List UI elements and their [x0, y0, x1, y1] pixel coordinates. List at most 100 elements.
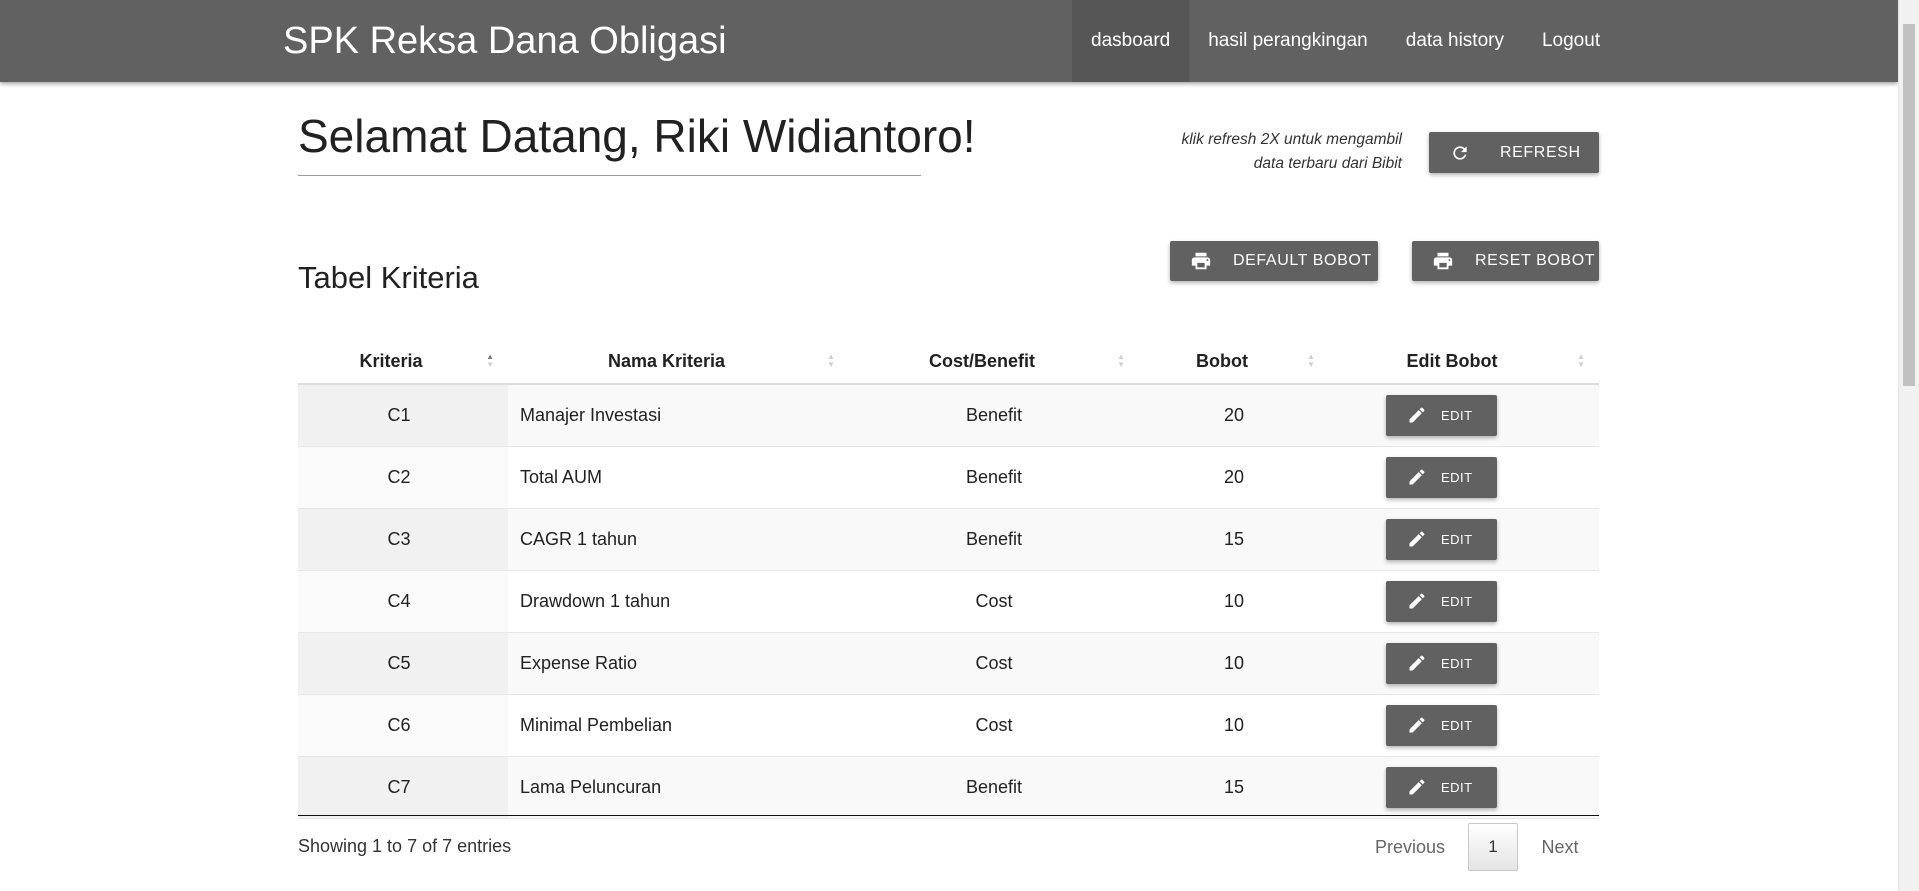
cell-cost-benefit: Cost: [849, 632, 1139, 695]
scrollbar-thumb[interactable]: [1903, 24, 1915, 386]
column-header-cost-benefit[interactable]: Cost/Benefit ▲ ▼: [849, 339, 1139, 385]
cell-cost-benefit: Cost: [849, 570, 1139, 633]
sort-icon: ▲ ▼: [1117, 352, 1125, 369]
edit-button-label: EDIT: [1441, 469, 1473, 485]
kriteria-table: Kriteria ▲ ▼ Nama Kriteria ▲ ▼ Cost/Benefi…: [298, 339, 1599, 819]
edit-button-label: EDIT: [1441, 407, 1473, 423]
pencil-icon: [1409, 655, 1425, 671]
page-scrollbar[interactable]: [1898, 0, 1919, 891]
reset-bobot-button[interactable]: RESET BOBOT: [1412, 241, 1599, 281]
table-row: C2 Total AUM Benefit 20 EDIT: [298, 446, 1599, 509]
cell-edit-bobot: EDIT: [1329, 508, 1599, 571]
cell-edit-bobot: EDIT: [1329, 632, 1599, 695]
cell-bobot: 15: [1139, 756, 1329, 819]
cell-nama-kriteria: Minimal Pembelian: [508, 694, 849, 757]
column-header-bobot[interactable]: Bobot ▲ ▼: [1139, 339, 1329, 385]
top-navbar: SPK Reksa Dana Obligasi dasboard hasil p…: [0, 0, 1898, 82]
column-header-edit-bobot[interactable]: Edit Bobot ▲ ▼: [1329, 339, 1599, 385]
nav-item-data-history[interactable]: data history: [1387, 0, 1523, 82]
default-bobot-button[interactable]: DEFAULT BOBOT: [1170, 241, 1378, 281]
edit-bobot-button[interactable]: EDIT: [1386, 704, 1497, 746]
pagination-next[interactable]: Next: [1524, 823, 1596, 871]
cell-bobot: 10: [1139, 570, 1329, 633]
cell-nama-kriteria: Total AUM: [508, 446, 849, 509]
cell-kriteria: C6: [298, 694, 508, 757]
cell-bobot: 20: [1139, 384, 1329, 447]
cell-nama-kriteria: CAGR 1 tahun: [508, 508, 849, 571]
main-nav: dasboard hasil perangkingan data history…: [1072, 0, 1619, 82]
column-header-nama-kriteria[interactable]: Nama Kriteria ▲ ▼: [508, 339, 849, 385]
refresh-note: klik refresh 2X untuk mengambil data ter…: [1120, 128, 1402, 176]
cell-cost-benefit: Benefit: [849, 384, 1139, 447]
pencil-icon: [1409, 779, 1425, 795]
cell-bobot: 15: [1139, 508, 1329, 571]
cell-kriteria: C5: [298, 632, 508, 695]
cell-cost-benefit: Benefit: [849, 756, 1139, 819]
cell-edit-bobot: EDIT: [1329, 570, 1599, 633]
table-row: C4 Drawdown 1 tahun Cost 10 EDIT: [298, 570, 1599, 633]
cell-kriteria: C1: [298, 384, 508, 447]
edit-bobot-button[interactable]: EDIT: [1386, 766, 1497, 808]
cell-kriteria: C7: [298, 756, 508, 819]
cell-kriteria: C3: [298, 508, 508, 571]
print-icon: [1191, 252, 1211, 270]
edit-button-label: EDIT: [1441, 779, 1473, 795]
pencil-icon: [1409, 593, 1425, 609]
edit-bobot-button[interactable]: EDIT: [1386, 580, 1497, 622]
refresh-button-label: REFRESH: [1500, 143, 1581, 161]
cell-kriteria: C4: [298, 570, 508, 633]
table-bottom-border: [298, 815, 1599, 816]
brand-title[interactable]: SPK Reksa Dana Obligasi: [283, 18, 727, 64]
refresh-note-line-1: klik refresh 2X untuk mengambil: [1181, 131, 1402, 148]
print-icon: [1433, 252, 1453, 270]
pencil-icon: [1409, 531, 1425, 547]
sort-icon: ▲ ▼: [827, 352, 835, 369]
pagination-page-1[interactable]: 1: [1468, 823, 1518, 871]
cell-bobot: 10: [1139, 694, 1329, 757]
cell-edit-bobot: EDIT: [1329, 384, 1599, 447]
cell-cost-benefit: Cost: [849, 694, 1139, 757]
table-header-row: Kriteria ▲ ▼ Nama Kriteria ▲ ▼ Cost/Benefi…: [298, 339, 1599, 385]
edit-button-label: EDIT: [1441, 531, 1473, 547]
edit-button-label: EDIT: [1441, 655, 1473, 671]
cell-kriteria: C2: [298, 446, 508, 509]
pagination-previous[interactable]: Previous: [1360, 823, 1460, 871]
section-title: Tabel Kriteria: [298, 260, 479, 295]
welcome-heading: Selamat Datang, Riki Widiantoro!: [298, 107, 976, 176]
table-row: C7 Lama Peluncuran Benefit 15 EDIT: [298, 756, 1599, 819]
cell-bobot: 10: [1139, 632, 1329, 695]
table-row: C3 CAGR 1 tahun Benefit 15 EDIT: [298, 508, 1599, 571]
table-body: C1 Manajer Investasi Benefit 20 EDIT C2 Total …: [298, 384, 1599, 819]
refresh-note-line-2: data terbaru dari Bibit: [1253, 155, 1402, 172]
nav-item-logout[interactable]: Logout: [1523, 0, 1619, 82]
cell-nama-kriteria: Expense Ratio: [508, 632, 849, 695]
edit-bobot-button[interactable]: EDIT: [1386, 518, 1497, 560]
table-row: C1 Manajer Investasi Benefit 20 EDIT: [298, 384, 1599, 447]
edit-button-label: EDIT: [1441, 593, 1473, 609]
default-bobot-label: DEFAULT BOBOT: [1233, 252, 1372, 269]
cell-edit-bobot: EDIT: [1329, 694, 1599, 757]
cell-edit-bobot: EDIT: [1329, 756, 1599, 819]
table-row: C6 Minimal Pembelian Cost 10 EDIT: [298, 694, 1599, 757]
table-row: C5 Expense Ratio Cost 10 EDIT: [298, 632, 1599, 695]
nav-item-dasboard[interactable]: dasboard: [1072, 0, 1190, 82]
cell-nama-kriteria: Lama Peluncuran: [508, 756, 849, 819]
pencil-icon: [1409, 469, 1425, 485]
nav-item-hasil-perangkingan[interactable]: hasil perangkingan: [1189, 0, 1387, 82]
sort-icon: ▲ ▼: [1577, 352, 1585, 369]
edit-bobot-button[interactable]: EDIT: [1386, 642, 1497, 684]
refresh-icon: [1453, 145, 1467, 160]
refresh-button[interactable]: REFRESH: [1429, 132, 1599, 173]
pencil-icon: [1409, 407, 1425, 423]
cell-nama-kriteria: Manajer Investasi: [508, 384, 849, 447]
edit-button-label: EDIT: [1441, 717, 1473, 733]
edit-bobot-button[interactable]: EDIT: [1386, 394, 1497, 436]
column-header-kriteria[interactable]: Kriteria ▲ ▼: [298, 339, 508, 385]
sort-ascending-icon: ▲ ▼: [486, 352, 494, 369]
sort-icon: ▲ ▼: [1307, 352, 1315, 369]
edit-bobot-button[interactable]: EDIT: [1386, 456, 1497, 498]
cell-edit-bobot: EDIT: [1329, 446, 1599, 509]
cell-nama-kriteria: Drawdown 1 tahun: [508, 570, 849, 633]
pencil-icon: [1409, 717, 1425, 733]
reset-bobot-label: RESET BOBOT: [1475, 252, 1596, 269]
